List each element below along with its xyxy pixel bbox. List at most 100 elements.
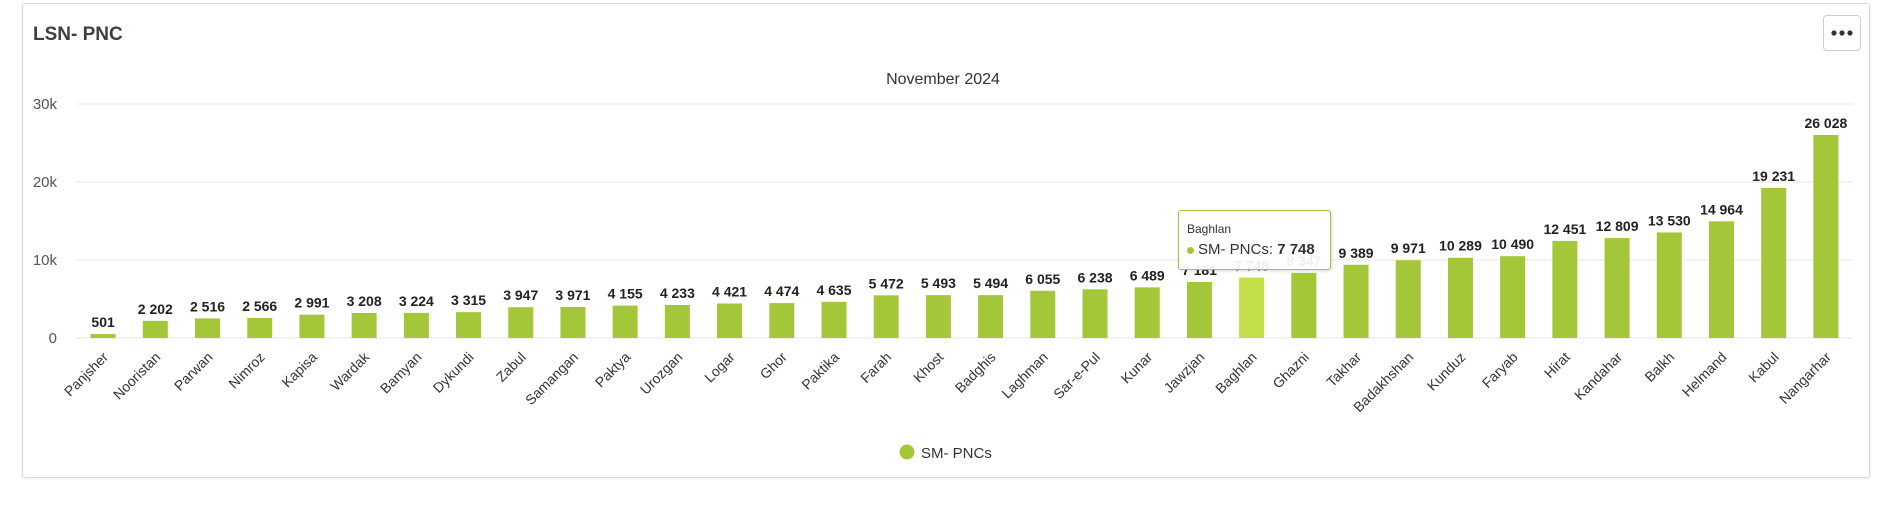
data-label: 2 566 <box>242 298 277 314</box>
x-tick-label: Bamyan <box>377 349 425 397</box>
x-tick-label: Jawzjan <box>1160 349 1207 396</box>
x-tick-label: Nangarhar <box>1776 349 1834 407</box>
data-label: 6 489 <box>1130 267 1165 283</box>
data-label: 5 494 <box>973 275 1008 291</box>
x-tick-label: Baghlan <box>1212 349 1260 397</box>
bar <box>612 305 638 338</box>
bar-chart: November 2024 0 10k 20k 30k 501 Panjsher 2 202 N… <box>33 71 1852 462</box>
data-label: 10 490 <box>1491 236 1534 252</box>
x-tick-label: Hirat <box>1541 349 1573 381</box>
bar <box>1343 264 1369 338</box>
data-label: 4 155 <box>608 286 643 302</box>
legend-label: SM- PNCs <box>921 445 992 462</box>
tooltip-row: SM- PNCs: 7 748 <box>1187 241 1315 258</box>
bar <box>1134 287 1160 338</box>
x-tick-label: Wardak <box>327 348 373 394</box>
x-tick-label: Ghor <box>757 349 791 383</box>
bar <box>1395 260 1421 338</box>
x-tick-label: Nooristan <box>110 349 164 403</box>
bar <box>142 320 168 338</box>
bar <box>1186 281 1212 338</box>
chart-tooltip: Baghlan SM- PNCs: 7 748 <box>1178 210 1331 270</box>
x-tick-label: Logar <box>701 349 738 386</box>
bar <box>1239 277 1265 338</box>
bar <box>769 303 795 338</box>
bar <box>717 303 743 338</box>
x-tick-label: Farah <box>857 349 894 386</box>
bar <box>90 334 116 338</box>
x-tick-label: Faryab <box>1479 349 1521 391</box>
bar <box>1656 232 1682 338</box>
x-tick-label: Ghazni <box>1269 349 1312 392</box>
x-tick-label: Zabul <box>493 349 529 385</box>
x-tick-label: Nimroz <box>225 349 268 392</box>
tooltip-category: Baghlan <box>1187 222 1232 236</box>
data-label: 4 474 <box>764 283 799 299</box>
x-tick-label: Dykundi <box>430 349 477 396</box>
bar <box>1708 221 1734 338</box>
bar <box>247 317 273 338</box>
data-label: 4 635 <box>816 282 851 298</box>
bar <box>1813 134 1839 338</box>
y-tick-label: 30k <box>33 96 58 113</box>
bar <box>351 312 377 338</box>
data-label: 3 315 <box>451 292 486 308</box>
bar <box>1604 238 1630 338</box>
bar <box>1030 290 1056 338</box>
bar <box>1500 256 1526 338</box>
y-tick-label: 0 <box>49 330 57 347</box>
data-label: 3 224 <box>399 293 434 309</box>
data-label: 2 516 <box>190 298 225 314</box>
data-label: 3 947 <box>503 287 538 303</box>
data-label: 2 202 <box>138 301 173 317</box>
data-label: 13 530 <box>1648 212 1691 228</box>
data-label: 10 289 <box>1439 238 1482 254</box>
x-tick-label: Panjsher <box>61 349 112 400</box>
y-tick-label: 10k <box>33 252 58 269</box>
data-label: 5 493 <box>921 275 956 291</box>
bar <box>508 307 534 338</box>
bar <box>925 295 951 338</box>
x-tick-label: Samangan <box>522 349 581 408</box>
data-label: 4 421 <box>712 284 747 300</box>
x-tick-label: Kapisa <box>278 349 320 391</box>
bar <box>873 295 899 338</box>
x-tick-label: Khost <box>910 349 947 386</box>
data-label: 5 472 <box>869 275 904 291</box>
data-label: 26 028 <box>1804 115 1847 131</box>
bar <box>299 314 325 338</box>
chart-subtitle: November 2024 <box>886 71 1000 88</box>
x-tick-label: Kunduz <box>1424 349 1469 394</box>
x-tick-label: Urozgan <box>637 349 686 398</box>
legend: SM- PNCs <box>899 444 992 462</box>
x-tick-label: Laghman <box>998 349 1051 402</box>
legend-marker <box>899 444 915 460</box>
data-label: 19 231 <box>1752 168 1795 184</box>
tooltip-series-dot <box>1187 246 1194 254</box>
bar <box>1082 289 1108 338</box>
bar <box>1761 187 1787 338</box>
bar <box>1552 240 1578 338</box>
data-label: 12 809 <box>1596 218 1639 234</box>
tooltip-series-name: SM- PNCs <box>1198 241 1269 258</box>
data-label: 6 055 <box>1025 271 1060 287</box>
x-tick-label: Kabul <box>1745 349 1782 386</box>
x-tick-label: Paktya <box>592 349 634 391</box>
bar <box>978 295 1004 338</box>
data-label: 12 451 <box>1543 221 1586 237</box>
bar <box>821 301 847 338</box>
data-label: 9 389 <box>1339 245 1374 261</box>
x-tick-label: Paktika <box>798 349 842 393</box>
bar <box>403 312 429 338</box>
data-label: 9 971 <box>1391 240 1426 256</box>
x-tick-label: Sar-e-Pul <box>1050 349 1103 402</box>
x-tick-label: Parwan <box>171 349 216 394</box>
data-label: 6 238 <box>1077 269 1112 285</box>
x-tick-label: Kandahar <box>1571 349 1625 403</box>
data-label: 14 964 <box>1700 201 1743 217</box>
tooltip-value: 7 748 <box>1277 241 1315 258</box>
data-label: 3 208 <box>347 293 382 309</box>
bar <box>1447 257 1473 338</box>
data-label: 2 991 <box>294 295 329 311</box>
x-tick-label: Kunar <box>1118 349 1156 387</box>
